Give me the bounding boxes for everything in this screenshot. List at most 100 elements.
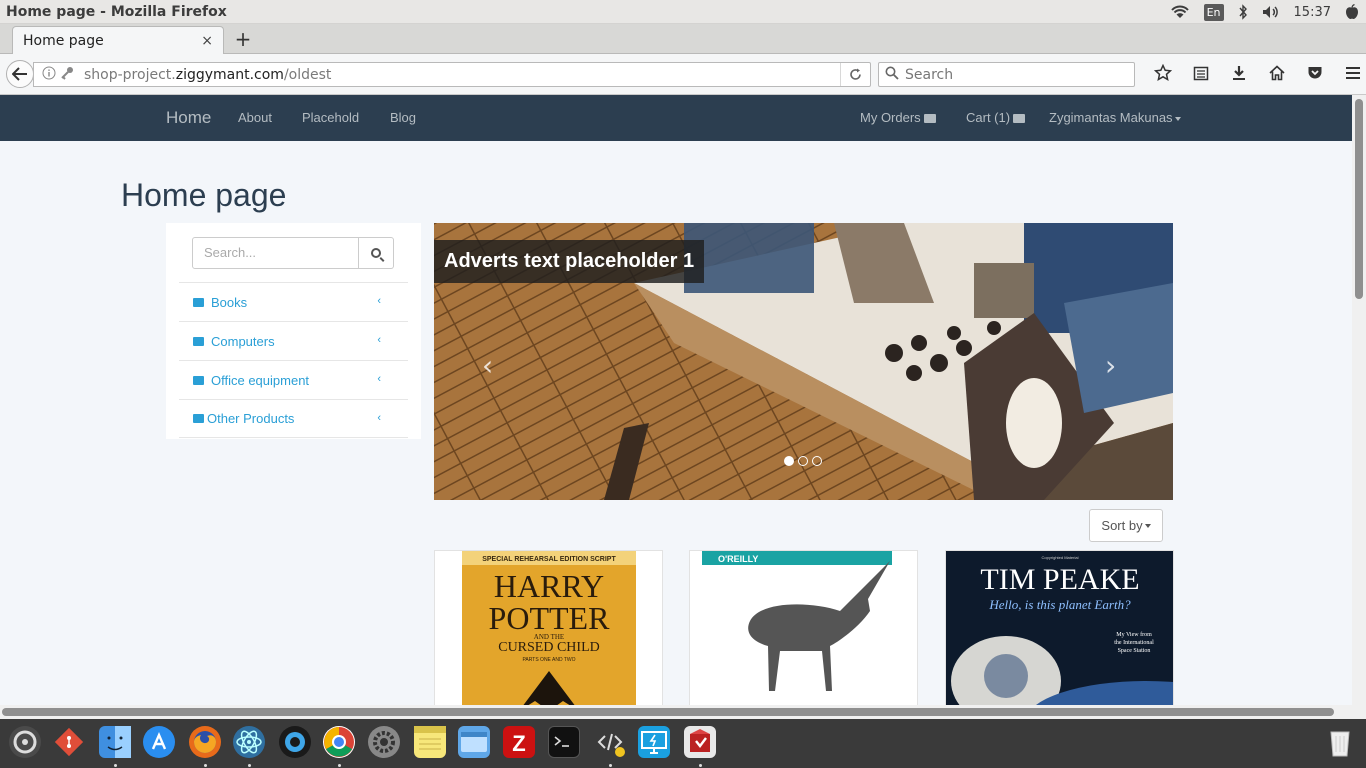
book-cover-text: TIM PEAKE <box>980 563 1139 596</box>
downloads-icon[interactable] <box>1220 65 1258 85</box>
sort-by-dropdown[interactable]: Sort by <box>1089 509 1163 542</box>
finder-dock-icon[interactable] <box>99 726 131 758</box>
app-store-dock-icon[interactable] <box>143 726 175 758</box>
nav-about-link[interactable]: About <box>238 95 272 141</box>
sidebar-search-input[interactable]: Search... <box>192 237 359 269</box>
product-card[interactable]: O'REILLY <box>689 550 918 705</box>
category-label: Office equipment <box>211 372 310 388</box>
new-tab-button[interactable]: + <box>232 28 254 50</box>
web-page: Home About Placehold Blog My Orders Cart… <box>0 95 1352 705</box>
atom-dock-icon[interactable] <box>233 726 265 758</box>
horizontal-scroll-thumb[interactable] <box>2 708 1334 716</box>
category-label: Other Products <box>207 411 295 426</box>
apple-icon[interactable] <box>1338 0 1366 24</box>
packager-dock-icon[interactable] <box>684 726 716 758</box>
shopping-cart-icon <box>1013 114 1026 124</box>
terminal-dock-icon[interactable] <box>548 726 580 758</box>
running-indicator <box>338 764 341 767</box>
vertical-scrollbar[interactable] <box>1352 95 1366 707</box>
sort-label: Sort by <box>1101 518 1143 533</box>
chevron-left-icon: ‹ <box>377 412 381 424</box>
filezilla-dock-icon[interactable]: Z <box>503 726 535 758</box>
horizontal-scrollbar[interactable] <box>0 705 1366 719</box>
remote-desktop-dock-icon[interactable] <box>638 726 670 758</box>
search-bar[interactable]: Search <box>878 62 1135 87</box>
key-icon[interactable] <box>60 66 74 83</box>
bookmarks-list-icon[interactable] <box>1182 65 1220 85</box>
product-image-tim-peake: Copyrighted Material TIM PEAKE Hello, is… <box>946 551 1173 705</box>
url-text[interactable]: shop-project.ziggymant.com/oldest <box>84 67 840 83</box>
book-cover-text: the International <box>1114 640 1154 646</box>
git-dock-icon[interactable] <box>53 726 85 758</box>
nav-placehold-link[interactable]: Placehold <box>302 95 359 141</box>
carousel-indicator[interactable] <box>798 456 808 466</box>
volume-icon[interactable] <box>1255 0 1287 24</box>
nav-user-dropdown[interactable]: Zygimantas Makunas <box>1049 95 1181 141</box>
chrome-dock-icon[interactable] <box>323 726 355 758</box>
notes-dock-icon[interactable] <box>414 726 446 758</box>
system-settings-dock-icon[interactable] <box>9 726 41 758</box>
category-sidebar: Search... Books ‹ Computers ‹ Office equip… <box>166 223 421 439</box>
nav-blog-link[interactable]: Blog <box>390 95 416 141</box>
pocket-icon[interactable] <box>1296 65 1334 85</box>
close-tab-icon[interactable]: × <box>201 33 213 49</box>
book-cover-text: PARTS ONE AND TWO <box>522 657 575 663</box>
shopping-cart-icon <box>193 414 204 423</box>
nav-home-link[interactable]: Home <box>166 95 211 141</box>
browser-dock-icon[interactable] <box>279 726 311 758</box>
keyboard-layout-indicator[interactable]: En <box>1197 0 1231 24</box>
category-other-products[interactable]: Other Products ‹ <box>179 399 408 438</box>
vertical-scroll-thumb[interactable] <box>1355 99 1363 299</box>
category-label: Books <box>211 294 248 310</box>
advert-carousel[interactable]: Adverts text placeholder 1 ‹ › <box>434 223 1173 500</box>
carousel-indicator[interactable] <box>784 456 794 466</box>
category-office-equipment[interactable]: Office equipment ‹ <box>179 360 408 399</box>
menu-icon[interactable] <box>1334 65 1366 84</box>
back-button[interactable] <box>6 60 34 88</box>
trash-dock-icon[interactable] <box>1324 726 1356 758</box>
book-cover-text: HARRY <box>494 568 604 604</box>
search-icon <box>885 66 899 84</box>
url-prefix: shop-project. <box>84 66 176 83</box>
info-icon[interactable] <box>42 66 56 83</box>
bookmark-star-icon[interactable] <box>1144 63 1182 86</box>
chevron-left-icon: ‹ <box>377 373 381 385</box>
wifi-icon[interactable] <box>1163 0 1197 24</box>
dock: Z <box>0 719 1366 768</box>
chevron-left-icon: ‹ <box>377 295 381 307</box>
files-dock-icon[interactable] <box>458 726 490 758</box>
sidebar-search-button[interactable] <box>359 237 394 269</box>
category-books[interactable]: Books ‹ <box>179 282 408 321</box>
printer-icon <box>193 375 204 385</box>
product-card[interactable]: Copyrighted Material TIM PEAKE Hello, is… <box>945 550 1174 705</box>
bluetooth-icon[interactable] <box>1231 0 1255 24</box>
system-preferences-dock-icon[interactable] <box>368 726 400 758</box>
category-computers[interactable]: Computers ‹ <box>179 321 408 360</box>
carousel-next-chevron-icon[interactable]: › <box>1105 349 1116 382</box>
tab-home-page[interactable]: Home page × <box>12 26 224 55</box>
running-indicator <box>248 764 251 767</box>
carousel-prev-chevron-icon[interactable]: ‹ <box>482 349 493 382</box>
url-host: ziggymant.com <box>175 66 284 83</box>
tab-title: Home page <box>23 33 104 49</box>
clock[interactable]: 15:37 <box>1287 0 1338 24</box>
book-cover-text: SPECIAL REHEARSAL EDITION SCRIPT <box>482 556 616 563</box>
firefox-dock-icon[interactable] <box>189 726 221 758</box>
carousel-indicator[interactable] <box>812 456 822 466</box>
product-card[interactable]: SPECIAL REHEARSAL EDITION SCRIPT HARRY P… <box>434 550 663 705</box>
reload-icon[interactable] <box>840 63 870 86</box>
book-cover-text: O'REILLY <box>718 554 758 564</box>
product-image-oreilly-book: O'REILLY <box>702 551 906 705</box>
code-editor-dock-icon[interactable] <box>594 726 626 758</box>
nav-cart-link[interactable]: Cart (1) <box>966 95 1026 141</box>
system-tray: En 15:37 <box>1163 0 1366 24</box>
nav-my-orders-link[interactable]: My Orders <box>860 95 936 141</box>
caret-down-icon <box>1144 523 1151 528</box>
home-icon[interactable] <box>1258 64 1296 85</box>
caret-down-icon <box>1174 116 1181 121</box>
search-placeholder: Search <box>905 66 954 83</box>
back-arrow-icon <box>12 67 27 81</box>
carousel-indicators <box>784 456 822 466</box>
url-bar[interactable]: shop-project.ziggymant.com/oldest <box>33 62 871 87</box>
book-cover-text: Hello, is this planet Earth? <box>988 597 1131 612</box>
